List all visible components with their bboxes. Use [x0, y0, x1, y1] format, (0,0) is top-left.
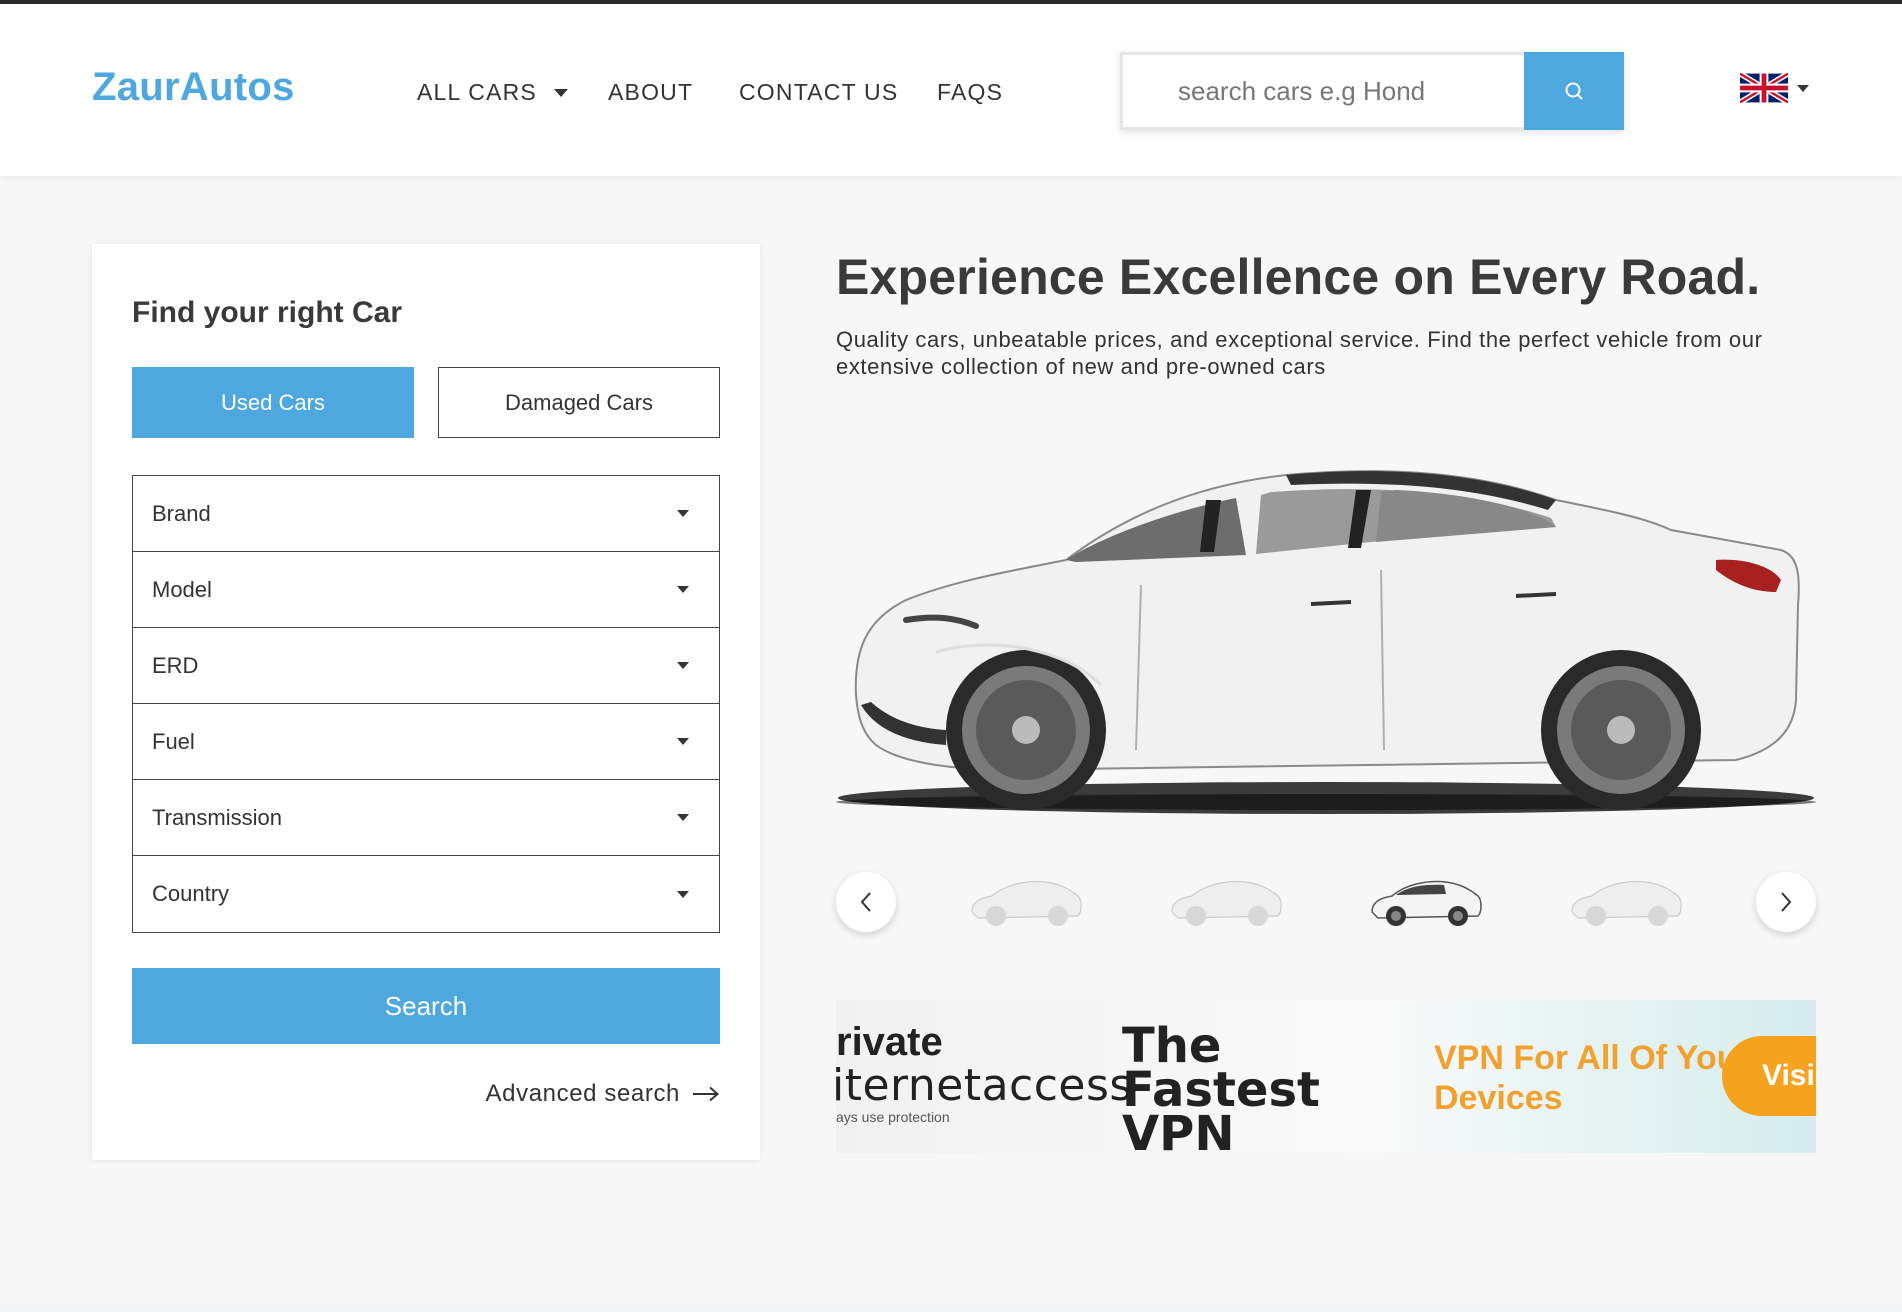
- search-icon: [1565, 82, 1583, 100]
- ad-brand-line1: rivate: [836, 1020, 943, 1064]
- header-search: [1120, 52, 1624, 130]
- nav-contact-us[interactable]: CONTACT US: [739, 79, 937, 106]
- nav-all-cars-label: ALL CARS: [417, 79, 537, 105]
- country-select-label: Country: [152, 881, 230, 906]
- gallery-thumbnail[interactable]: [1166, 872, 1286, 932]
- gallery-thumbnail-active[interactable]: [1366, 872, 1486, 932]
- country-select[interactable]: Country: [133, 856, 719, 932]
- ad-brand-slogan: ays use protection: [836, 1109, 950, 1125]
- top-navbar: ZaurAutos ALL CARS ABOUT CONTACT US FAQS: [0, 4, 1902, 176]
- chevron-down-icon: [553, 88, 568, 97]
- chevron-down-icon: [677, 738, 689, 745]
- ad-headline: The Fastest VPN: [1122, 1018, 1320, 1153]
- arrow-right-icon: [693, 1086, 720, 1102]
- gallery-thumbnails: [836, 870, 1816, 934]
- erd-select[interactable]: ERD: [133, 628, 719, 704]
- site-logo[interactable]: ZaurAutos: [92, 65, 295, 110]
- gallery-thumbnail[interactable]: [966, 872, 1086, 932]
- chevron-down-icon: [677, 586, 689, 593]
- fuel-select-label: Fuel: [152, 728, 195, 754]
- nav-faqs[interactable]: FAQS: [937, 79, 1003, 106]
- ad-tagline: VPN For All Of Your Devices: [1434, 1039, 1751, 1117]
- nav-all-cars[interactable]: ALL CARS: [417, 79, 608, 106]
- language-selector[interactable]: [1740, 70, 1809, 106]
- chevron-down-icon: [1797, 84, 1809, 92]
- search-input[interactable]: [1120, 52, 1524, 130]
- chevron-down-icon: [677, 662, 689, 669]
- gallery-next-button[interactable]: [1756, 872, 1816, 932]
- chevron-down-icon: [677, 510, 689, 517]
- ad-brand-line2: iternetaccess: [836, 1060, 1133, 1111]
- ad-visit-button[interactable]: Visi: [1722, 1036, 1816, 1116]
- gallery-thumbnail[interactable]: [1566, 872, 1686, 932]
- chevron-down-icon: [677, 890, 689, 898]
- transmission-select-label: Transmission: [152, 804, 282, 830]
- nav-about[interactable]: ABOUT: [608, 79, 739, 106]
- model-select-label: Model: [152, 576, 212, 602]
- uk-flag-icon: [1740, 71, 1788, 105]
- chevron-down-icon: [677, 814, 689, 821]
- hero-description: Quality cars, unbeatable prices, and exc…: [836, 327, 1763, 379]
- hero-car-image: [836, 470, 1816, 814]
- gallery-prev-button[interactable]: [836, 872, 896, 932]
- filter-list: Brand Model ERD Fuel Transmission Countr…: [132, 475, 720, 933]
- tab-used-cars[interactable]: Used Cars: [132, 367, 414, 438]
- vpn-ad-banner[interactable]: rivate iternetaccess ays use protection …: [836, 1000, 1816, 1153]
- hero-title: Experience Excellence on Every Road.: [836, 249, 1761, 305]
- finder-title: Find your right Car: [132, 296, 402, 329]
- erd-select-label: ERD: [152, 652, 199, 678]
- car-finder-panel: Find your right Car Used Cars Damaged Ca…: [92, 244, 760, 1160]
- model-select[interactable]: Model: [133, 552, 719, 628]
- brand-select-label: Brand: [152, 500, 211, 526]
- tab-damaged-cars[interactable]: Damaged Cars: [438, 367, 720, 438]
- transmission-select[interactable]: Transmission: [133, 780, 719, 856]
- search-button[interactable]: [1524, 52, 1624, 130]
- main-nav: ALL CARS ABOUT CONTACT US FAQS: [417, 79, 1003, 106]
- fuel-select[interactable]: Fuel: [133, 704, 719, 780]
- advanced-search-label: Advanced search: [485, 1080, 680, 1107]
- chevron-left-icon: [860, 892, 871, 912]
- finder-search-button[interactable]: Search: [132, 968, 720, 1044]
- footer-edge: [0, 1304, 1902, 1312]
- advanced-search-link[interactable]: Advanced search: [486, 1080, 720, 1108]
- chevron-right-icon: [1781, 892, 1792, 912]
- brand-select[interactable]: Brand: [133, 476, 719, 552]
